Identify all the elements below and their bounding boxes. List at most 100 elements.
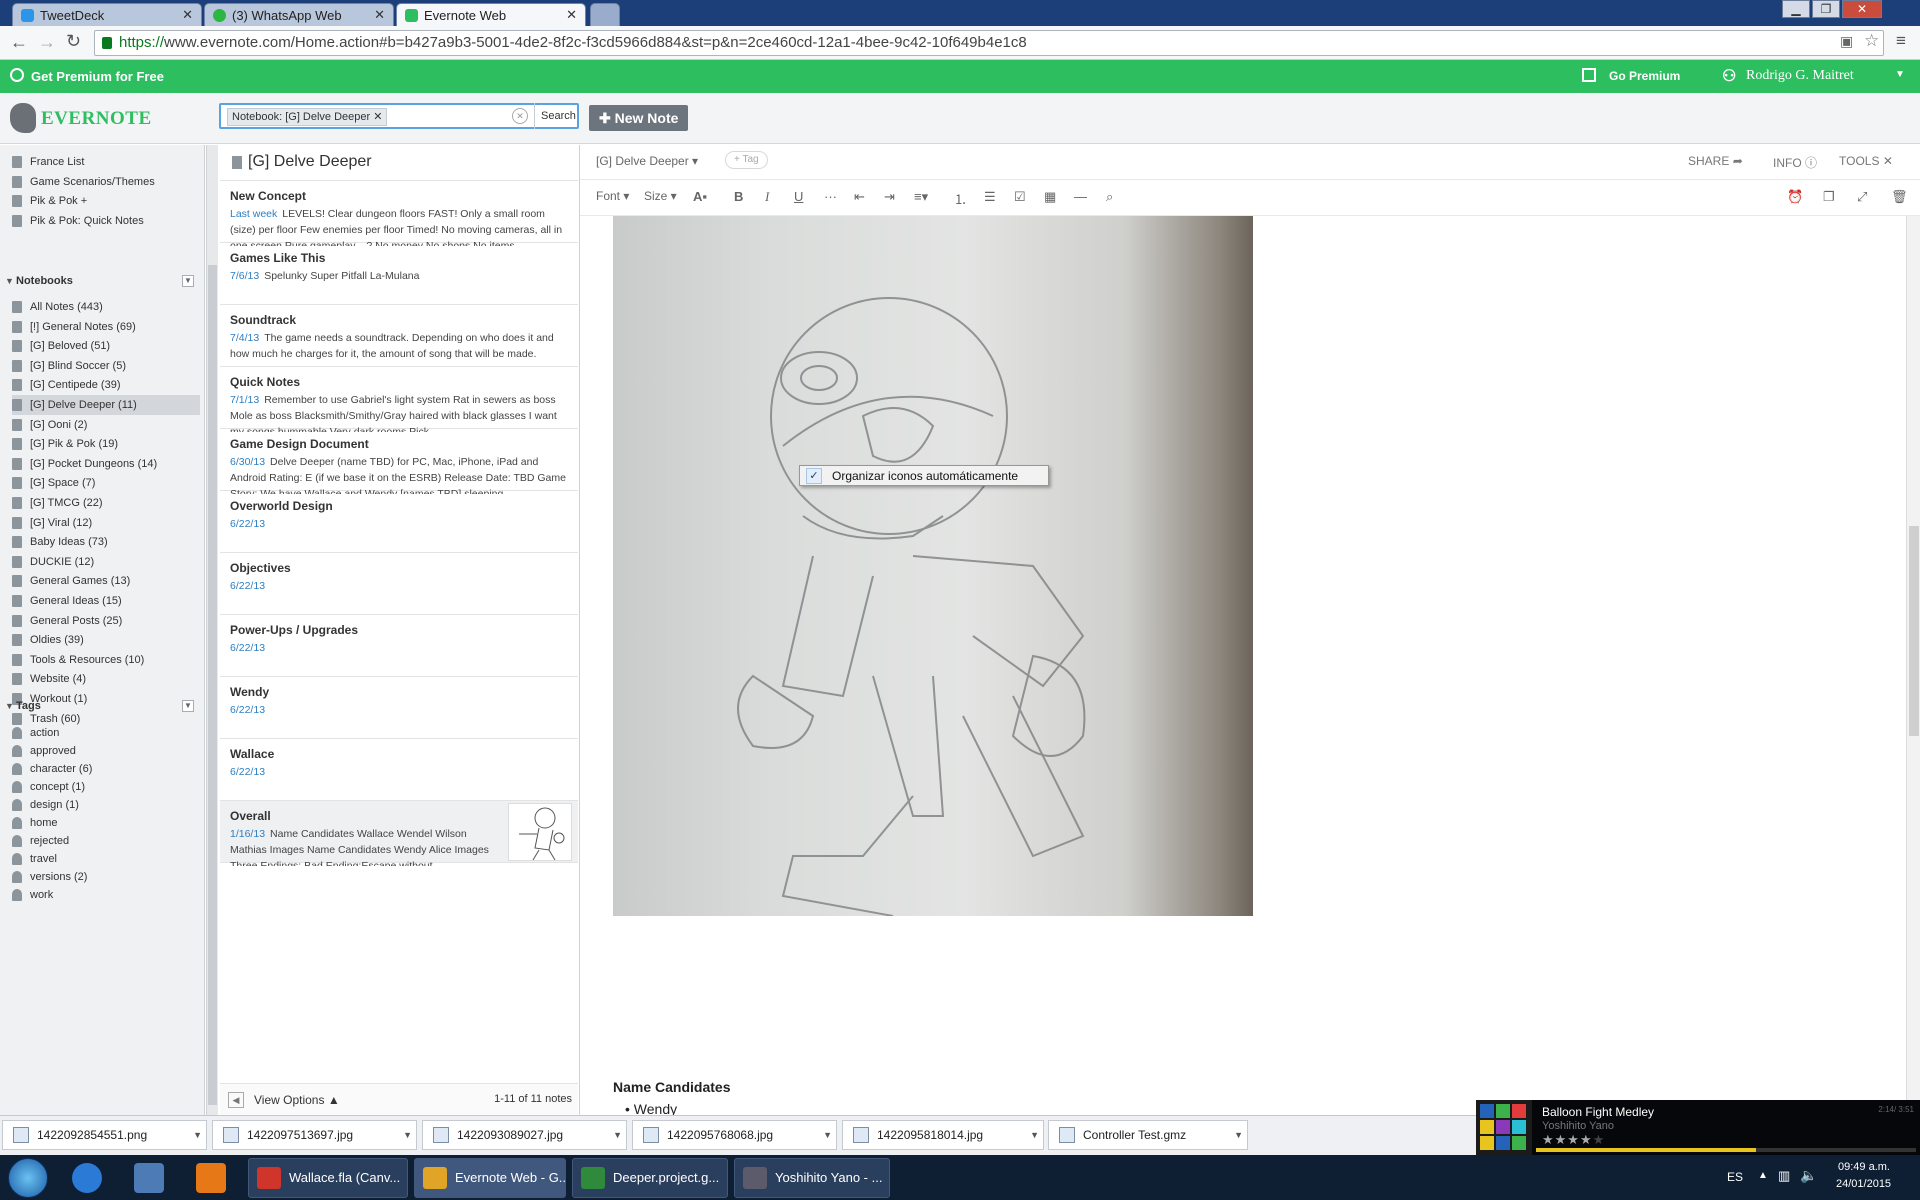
evernote-logo[interactable]: EVERNOTE	[41, 108, 152, 130]
table-icon[interactable]: ▦	[1044, 189, 1056, 205]
close-icon[interactable]: ✕	[1883, 154, 1893, 168]
ie-icon[interactable]	[72, 1163, 102, 1193]
download-item[interactable]: 1422097513697.jpg ▼	[212, 1120, 417, 1150]
sidebar-scrollbar-track[interactable]	[206, 145, 218, 1115]
url-field[interactable]: https://www.evernote.com/Home.action#b=b…	[94, 30, 1884, 56]
chevron-down-icon[interactable]: ▼	[823, 1121, 832, 1149]
maximize-button[interactable]: ❐	[1812, 0, 1840, 18]
tags-menu-icon[interactable]: ▼	[182, 700, 194, 712]
tab-tweetdeck[interactable]: TweetDeck ✕	[12, 3, 202, 26]
note-list-item[interactable]: Wendy 6/22/13	[220, 677, 578, 739]
shortcut-item[interactable]: Pik & Pok +	[12, 191, 200, 211]
sidebar-notebook-item[interactable]: [G] Delve Deeper (11)	[12, 395, 200, 415]
numbered-list-icon[interactable]: ⒈	[954, 189, 967, 208]
editor-scrollbar[interactable]	[1906, 216, 1920, 1115]
italic-icon[interactable]: I	[765, 189, 769, 205]
search-notebook-chip[interactable]: Notebook: [G] Delve Deeper ✕	[227, 108, 388, 126]
sidebar-scroll-thumb[interactable]	[208, 265, 217, 1105]
underline-icon[interactable]: U	[794, 189, 803, 204]
sidebar-tag-item[interactable]: versions (2)	[12, 867, 200, 887]
outdent-icon[interactable]: ⇤	[854, 189, 865, 205]
search-button[interactable]: Search	[534, 103, 582, 129]
get-premium-link[interactable]: Get Premium for Free	[31, 69, 164, 84]
align-icon[interactable]: ≡▾	[914, 189, 928, 205]
download-item[interactable]: 1422095768068.jpg ▼	[632, 1120, 837, 1150]
sidebar-tag-item[interactable]: concept (1)	[12, 777, 200, 797]
sidebar-notebook-item[interactable]: [G] Beloved (51)	[12, 336, 200, 356]
sidebar-notebook-item[interactable]: Tools & Resources (10)	[12, 650, 200, 670]
media-player-icon[interactable]	[196, 1163, 226, 1193]
forward-icon[interactable]: →	[38, 32, 56, 53]
note-list-item[interactable]: Overworld Design 6/22/13	[220, 491, 578, 553]
taskbar-item[interactable]: Yoshihito Yano - ...	[734, 1158, 890, 1198]
taskbar-item[interactable]: Wallace.fla (Canv...	[248, 1158, 408, 1198]
editor-scroll-thumb[interactable]	[1909, 526, 1919, 736]
shortcut-item[interactable]: Game Scenarios/Themes	[12, 172, 200, 192]
chevron-down-icon[interactable]: ▼	[1895, 69, 1905, 80]
clock-date[interactable]: 24/01/2015	[1836, 1178, 1891, 1190]
horizontal-rule-icon[interactable]: —	[1074, 189, 1087, 204]
note-list-item[interactable]: Soundtrack 7/4/13 The game needs a soundtr…	[220, 305, 578, 367]
minimize-button[interactable]: ▁	[1782, 0, 1810, 18]
close-icon[interactable]: ✕	[182, 7, 193, 23]
shortcut-item[interactable]: France List	[12, 152, 200, 172]
sidebar-notebook-item[interactable]: General Ideas (15)	[12, 591, 200, 611]
note-list-item[interactable]: Game Design Document 6/30/13 Delve Deeper …	[220, 429, 578, 494]
sidebar-tag-item[interactable]: travel	[12, 849, 200, 869]
tab-whatsapp[interactable]: (3) WhatsApp Web ✕	[204, 3, 394, 26]
download-item[interactable]: Controller Test.gmz ▼	[1048, 1120, 1248, 1150]
share-button[interactable]: SHARE ➦	[1688, 154, 1743, 168]
sidebar-notebook-item[interactable]: [G] Pik & Pok (19)	[12, 434, 200, 454]
sidebar-notebook-item[interactable]: DUCKIE (12)	[12, 552, 200, 572]
taskbar-item[interactable]: Evernote Web - G...	[414, 1158, 566, 1198]
notebooks-heading[interactable]: ▼ Notebooks ▼	[0, 271, 200, 291]
reload-icon[interactable]: ↻	[66, 31, 81, 52]
sidebar-notebook-item[interactable]: Website (4)	[12, 669, 200, 689]
tags-heading[interactable]: ▼ Tags ▼	[0, 696, 200, 716]
new-note-button[interactable]: ✚ New Note	[589, 105, 689, 131]
collapse-list-icon[interactable]: ◀	[228, 1092, 244, 1108]
page-icon[interactable]: ▣	[1840, 33, 1853, 50]
tab-evernote[interactable]: Evernote Web ✕	[396, 3, 586, 26]
close-window-button[interactable]: ✕	[1842, 0, 1882, 18]
chevron-down-icon[interactable]: ▼	[613, 1121, 622, 1149]
sidebar-notebook-item[interactable]: General Games (13)	[12, 571, 200, 591]
back-icon[interactable]: ←	[10, 32, 28, 53]
new-tab-button[interactable]	[590, 3, 620, 26]
language-indicator[interactable]: ES	[1727, 1170, 1743, 1184]
indent-icon[interactable]: ⇥	[884, 189, 895, 205]
download-item[interactable]: 1422092854551.png ▼	[2, 1120, 207, 1150]
attachment-icon[interactable]: ⌕	[1106, 189, 1113, 205]
sidebar-tag-item[interactable]: approved	[12, 741, 200, 761]
sidebar-tag-item[interactable]: work	[12, 885, 200, 905]
more-icon[interactable]: ···	[824, 189, 837, 204]
sidebar-tag-item[interactable]: rejected	[12, 831, 200, 851]
note-list-item[interactable]: Wallace 6/22/13	[220, 739, 578, 801]
tray-expand-icon[interactable]: ▲	[1758, 1170, 1768, 1181]
sidebar-notebook-item[interactable]: [G] Viral (12)	[12, 513, 200, 533]
add-tag-button[interactable]: + Tag	[725, 151, 768, 169]
shortcut-item[interactable]: Pik & Pok: Quick Notes	[12, 211, 200, 231]
clock-time[interactable]: 09:49 a.m.	[1838, 1161, 1890, 1173]
sidebar-notebook-item[interactable]: [G] Space (7)	[12, 473, 200, 493]
size-dropdown[interactable]: Size ▾	[644, 189, 677, 203]
close-icon[interactable]: ✕	[566, 7, 577, 23]
sidebar-notebook-item[interactable]: Baby Ideas (73)	[12, 532, 200, 552]
go-premium-link[interactable]: Go Premium	[1609, 69, 1680, 83]
present-icon[interactable]: ❐	[1823, 189, 1835, 205]
chevron-down-icon[interactable]: ▼	[403, 1121, 412, 1149]
sidebar-tag-item[interactable]: home	[12, 813, 200, 833]
note-list-item[interactable]: Overall 1/16/13 Name Candidates Wallace We…	[220, 801, 578, 866]
expand-icon[interactable]: ⤢	[1857, 189, 1867, 205]
star-icon[interactable]: ☆	[1864, 31, 1879, 51]
context-menu-item[interactable]: Organizar iconos automáticamente	[832, 469, 1018, 483]
user-name[interactable]: Rodrigo G. Maitret	[1746, 68, 1854, 84]
rating-stars[interactable]: ★★★★★	[1542, 1132, 1605, 1148]
trash-icon[interactable]: 🗑	[1891, 189, 1908, 205]
reminder-icon[interactable]: ⏰	[1787, 189, 1803, 205]
font-dropdown[interactable]: Font ▾	[596, 189, 629, 203]
tools-button[interactable]: TOOLS ✕	[1839, 154, 1893, 168]
chevron-down-icon[interactable]: ▼	[1030, 1121, 1039, 1149]
note-image-sketch[interactable]	[613, 216, 1253, 916]
view-options-button[interactable]: View Options ▲	[254, 1093, 340, 1107]
